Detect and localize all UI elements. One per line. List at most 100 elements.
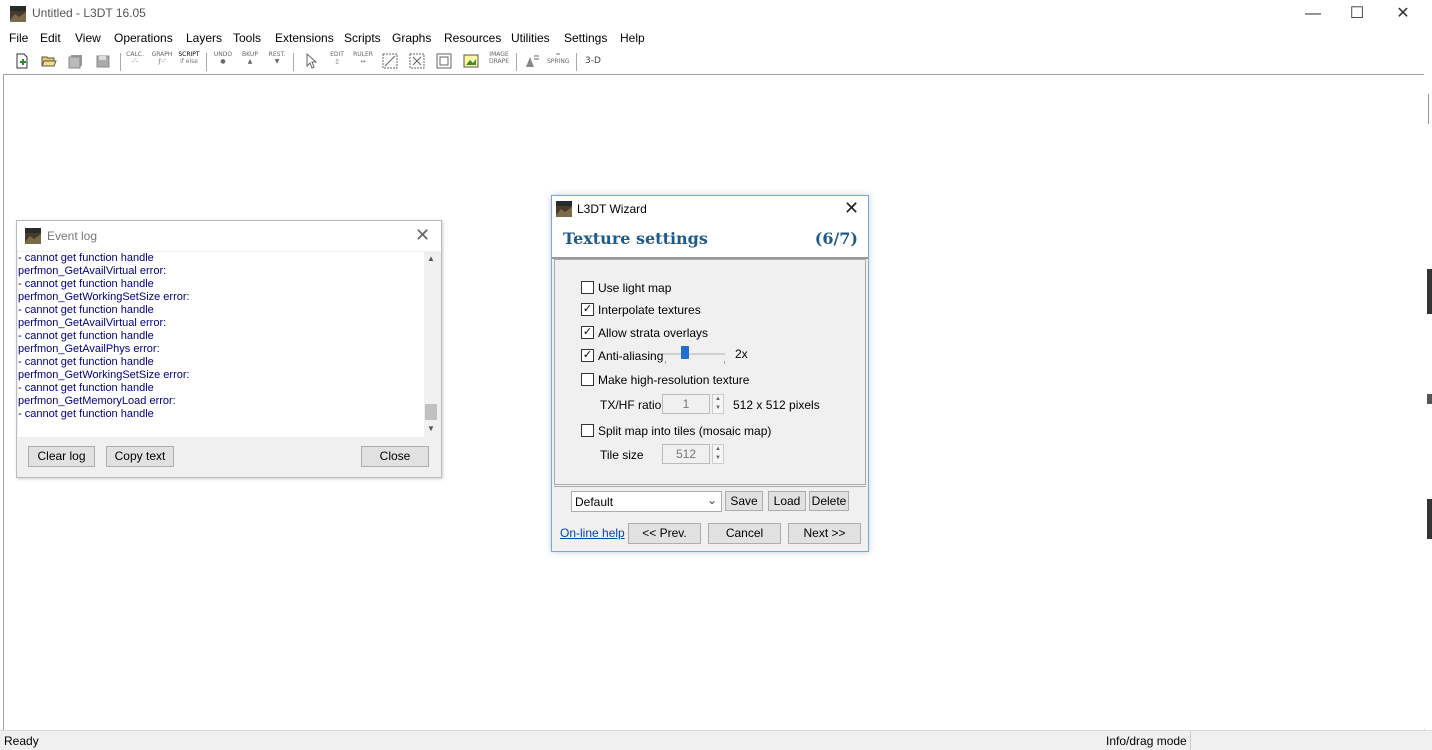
scroll-thumb[interactable] — [425, 404, 437, 420]
spring-button[interactable]: ≈ SPRING — [547, 51, 570, 73]
edit-button[interactable]: EDIT ▯ — [326, 51, 348, 73]
wizard-step: (6/7) — [814, 229, 858, 248]
menu-file[interactable]: File — [9, 31, 28, 45]
log-line: - cannot get function handle — [18, 330, 154, 342]
preset-bar: Default ⌄ Save Load Delete — [554, 486, 866, 517]
status-bar: Ready Info/drag mode — [0, 730, 1432, 750]
scroll-down-icon[interactable]: ▼ — [427, 424, 435, 433]
next-button[interactable]: Next >> — [788, 523, 861, 544]
load-preset-button[interactable]: Load — [768, 491, 806, 511]
log-line: - cannot get function handle — [18, 278, 154, 290]
scroll-up-icon[interactable]: ▲ — [427, 254, 435, 263]
calc-button[interactable]: CALC. -'- — [124, 51, 146, 73]
interpolate-textures-checkbox[interactable]: ✓ — [581, 303, 594, 316]
pointer-icon[interactable] — [303, 53, 319, 69]
app-logo-icon — [10, 6, 26, 22]
backup-button[interactable]: BKUP ▲ — [239, 51, 261, 73]
split-tiles-checkbox[interactable] — [581, 424, 594, 437]
hires-texture-checkbox[interactable] — [581, 373, 594, 386]
txhf-ratio-label: TX/HF ratio — [600, 398, 662, 412]
toolbar: CALC. -'- GRAPH J'-' SCRIPT if else UNDO ● B… — [6, 50, 606, 74]
zoom-region-icon[interactable] — [409, 53, 425, 69]
anti-aliasing-checkbox[interactable]: ✓ — [581, 349, 594, 362]
close-icon[interactable]: ✕ — [415, 225, 430, 246]
menu-edit[interactable]: Edit — [40, 31, 61, 45]
cancel-button[interactable]: Cancel — [708, 523, 781, 544]
maximize-button[interactable]: ☐ — [1334, 0, 1380, 28]
app-logo-icon — [556, 201, 572, 217]
log-line: perfmon_GetAvailVirtual error: — [18, 265, 167, 277]
save-all-icon[interactable] — [68, 53, 84, 69]
new-file-icon[interactable] — [14, 53, 30, 69]
graph-button[interactable]: GRAPH J'-' — [151, 51, 173, 73]
hires-texture-label: Make high-resolution texture — [598, 373, 750, 387]
close-icon[interactable]: ✕ — [844, 198, 859, 219]
log-line: - cannot get function handle — [18, 304, 154, 316]
log-line: perfmon_GetWorkingSetSize error: — [18, 291, 190, 303]
allow-strata-label: Allow strata overlays — [598, 326, 709, 340]
undo-button[interactable]: UNDO ● — [212, 51, 234, 73]
menu-extensions[interactable]: Extensions — [275, 31, 334, 45]
log-line: - cannot get function handle — [18, 408, 154, 420]
save-preset-button[interactable]: Save — [725, 491, 763, 511]
log-line: perfmon_GetAvailPhys error: — [18, 343, 160, 355]
copy-text-button[interactable]: Copy text — [106, 446, 174, 467]
wizard-titlebar: L3DT Wizard ✕ — [552, 196, 868, 220]
open-folder-icon[interactable] — [41, 53, 57, 69]
texture-options-panel: Use light map ✓ Interpolate textures ✓ A… — [554, 259, 866, 485]
water-icon[interactable] — [524, 53, 540, 69]
select-region-icon[interactable] — [382, 53, 398, 69]
menu-resources[interactable]: Resources — [444, 31, 501, 45]
status-mode: Info/drag mode — [1106, 734, 1187, 748]
chevron-down-icon: ⌄ — [707, 493, 718, 507]
delete-preset-button[interactable]: Delete — [809, 491, 849, 511]
log-line: - cannot get function handle — [18, 382, 154, 394]
menu-view[interactable]: View — [75, 31, 101, 45]
menu-utilities[interactable]: Utilities — [511, 31, 550, 45]
slider-thumb[interactable] — [681, 346, 689, 359]
menu-tools[interactable]: Tools — [233, 31, 261, 45]
online-help-link[interactable]: On-line help — [560, 526, 625, 540]
allow-strata-checkbox[interactable]: ✓ — [581, 326, 594, 339]
anti-aliasing-slider[interactable] — [663, 346, 725, 364]
event-log-titlebar: Event log ✕ — [17, 221, 441, 251]
menu-layers[interactable]: Layers — [186, 31, 222, 45]
image-view-icon[interactable] — [463, 53, 479, 69]
close-window-button[interactable]: ✕ — [1380, 0, 1426, 28]
use-light-map-checkbox[interactable] — [581, 281, 594, 294]
menu-help[interactable]: Help — [620, 31, 645, 45]
log-text-area[interactable]: - cannot get function handle perfmon_Get… — [18, 252, 438, 437]
log-line: perfmon_GetWorkingSetSize error: — [18, 369, 190, 381]
clear-log-button[interactable]: Clear log — [28, 446, 95, 467]
title-bar: Untitled - L3DT 16.05 — ☐ ✕ — [0, 0, 1432, 28]
menu-graphs[interactable]: Graphs — [392, 31, 431, 45]
txhf-ratio-input[interactable]: 1 — [662, 394, 710, 414]
3d-view-button[interactable]: 3-D — [582, 51, 604, 73]
restore-button[interactable]: REST. ▼ — [266, 51, 288, 73]
menu-operations[interactable]: Operations — [114, 31, 173, 45]
txhf-spinner[interactable]: ▲ ▼ — [712, 394, 724, 414]
log-line: - cannot get function handle — [18, 252, 154, 264]
close-log-button[interactable]: Close — [361, 446, 429, 467]
tile-size-input[interactable]: 512 — [662, 444, 710, 464]
interpolate-textures-label: Interpolate textures — [598, 303, 701, 317]
menu-scripts[interactable]: Scripts — [344, 31, 381, 45]
wizard-heading: Texture settings — [563, 229, 708, 248]
script-button[interactable]: SCRIPT if else — [178, 51, 200, 73]
menu-bar: File Edit View Operations Layers Tools E… — [0, 28, 1432, 48]
log-scrollbar[interactable]: ▲ ▼ — [424, 252, 438, 437]
prev-button[interactable]: << Prev. — [628, 523, 701, 544]
tile-size-spinner[interactable]: ▲ ▼ — [712, 444, 724, 464]
ruler-button[interactable]: RULER ↔ — [352, 51, 374, 73]
status-text: Ready — [4, 734, 39, 748]
wizard-dialog: L3DT Wizard ✕ Texture settings (6/7) Use… — [551, 195, 869, 552]
anti-aliasing-label: Anti-aliasing — [598, 349, 664, 363]
tile-size-label: Tile size — [600, 448, 644, 462]
menu-settings[interactable]: Settings — [564, 31, 607, 45]
save-icon[interactable] — [95, 53, 111, 69]
fit-view-icon[interactable] — [436, 53, 452, 69]
preset-select[interactable]: Default ⌄ — [571, 491, 722, 512]
minimize-button[interactable]: — — [1290, 0, 1336, 28]
app-logo-icon — [25, 228, 41, 244]
image-drape-button[interactable]: IMAGE DRAPE — [488, 51, 510, 73]
